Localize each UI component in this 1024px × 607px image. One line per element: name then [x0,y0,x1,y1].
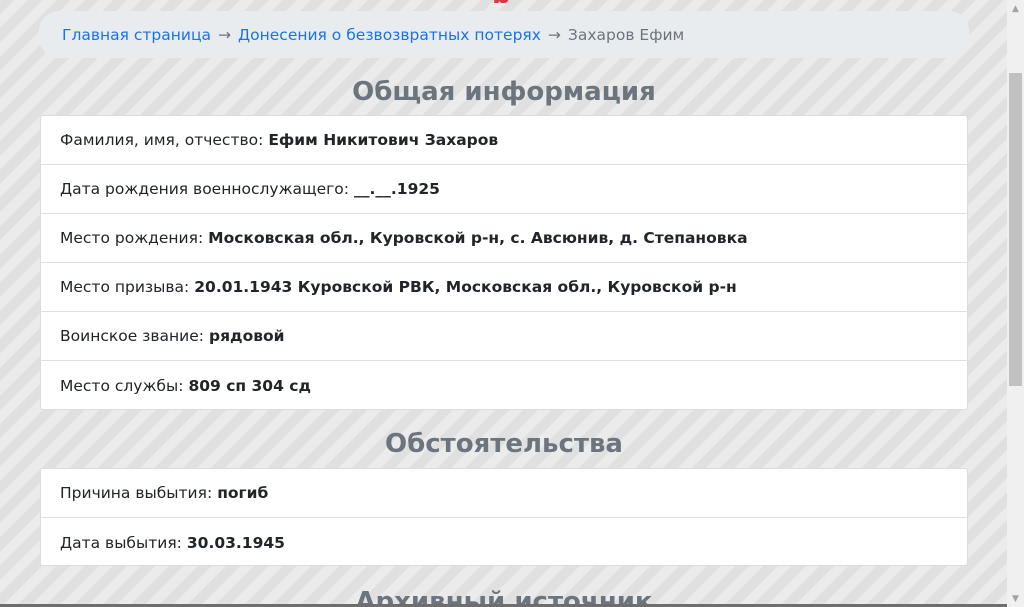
scrollbar-thumb[interactable] [1009,73,1022,386]
info-label: Место службы: [60,376,184,395]
breadcrumb-current: Захаров Ефим [567,25,685,44]
breadcrumb-reports-link[interactable]: Донесения о безвозвратных потерях [238,26,541,44]
info-value: погиб [217,484,269,502]
circumstances-card: Причина выбытия: погиб Дата выбытия: 30.… [40,468,968,566]
info-label: Воинское звание: [60,327,204,345]
info-value: 20.01.1943 Куровской РВК, Московская обл… [194,278,737,296]
scroll-up-arrow-icon[interactable]: ▲ [1007,0,1024,17]
info-row-loss-reason: Причина выбытия: погиб [41,469,967,518]
section-title-circumstances: Обстоятельства [385,429,623,459]
breadcrumb-separator: → [218,25,232,44]
info-label: Фамилия, имя, отчество: [60,131,264,149]
info-value: рядовой [209,327,285,345]
info-label: Место призыва: [60,278,190,296]
info-row-draft-place: Место призыва: 20.01.1943 Куровской РВК,… [41,263,967,312]
breadcrumb-separator: → [547,25,561,44]
vertical-scrollbar[interactable]: ▲ ▼ [1007,0,1024,607]
info-label: Дата рождения военнослужащего: [60,180,350,198]
info-row-loss-date: Дата выбытия: 30.03.1945 [41,518,967,567]
info-label: Место рождения: [60,229,204,247]
page-title-fragment: р [492,0,516,3]
info-value: Московская обл., Куровской р-н, с. Авсюн… [208,229,748,247]
info-value: __.__.1925 [354,180,440,198]
info-value: Ефим Никитович Захаров [268,131,499,149]
info-row-birth-place: Место рождения: Московская обл., Куровск… [41,214,967,263]
breadcrumb-home-link[interactable]: Главная страница [62,26,211,44]
info-value: 809 сп 304 сд [188,376,311,395]
info-value: 30.03.1945 [186,533,285,552]
breadcrumb: Главная страница → Донесения о безвозвра… [39,11,969,58]
section-title-archive: Архивный источник [355,587,653,604]
info-row-service-place: Место службы: 809 сп 304 сд [41,361,967,410]
general-info-card: Фамилия, имя, отчество: Ефим Никитович З… [40,115,968,410]
scroll-down-arrow-icon[interactable]: ▼ [1007,590,1024,607]
info-label: Дата выбытия: [60,533,182,552]
info-row-rank: Воинское звание: рядовой [41,312,967,361]
info-row-full-name: Фамилия, имя, отчество: Ефим Никитович З… [41,116,967,165]
info-row-birth-date: Дата рождения военнослужащего: __.__.192… [41,165,967,214]
info-label: Причина выбытия: [60,484,213,502]
